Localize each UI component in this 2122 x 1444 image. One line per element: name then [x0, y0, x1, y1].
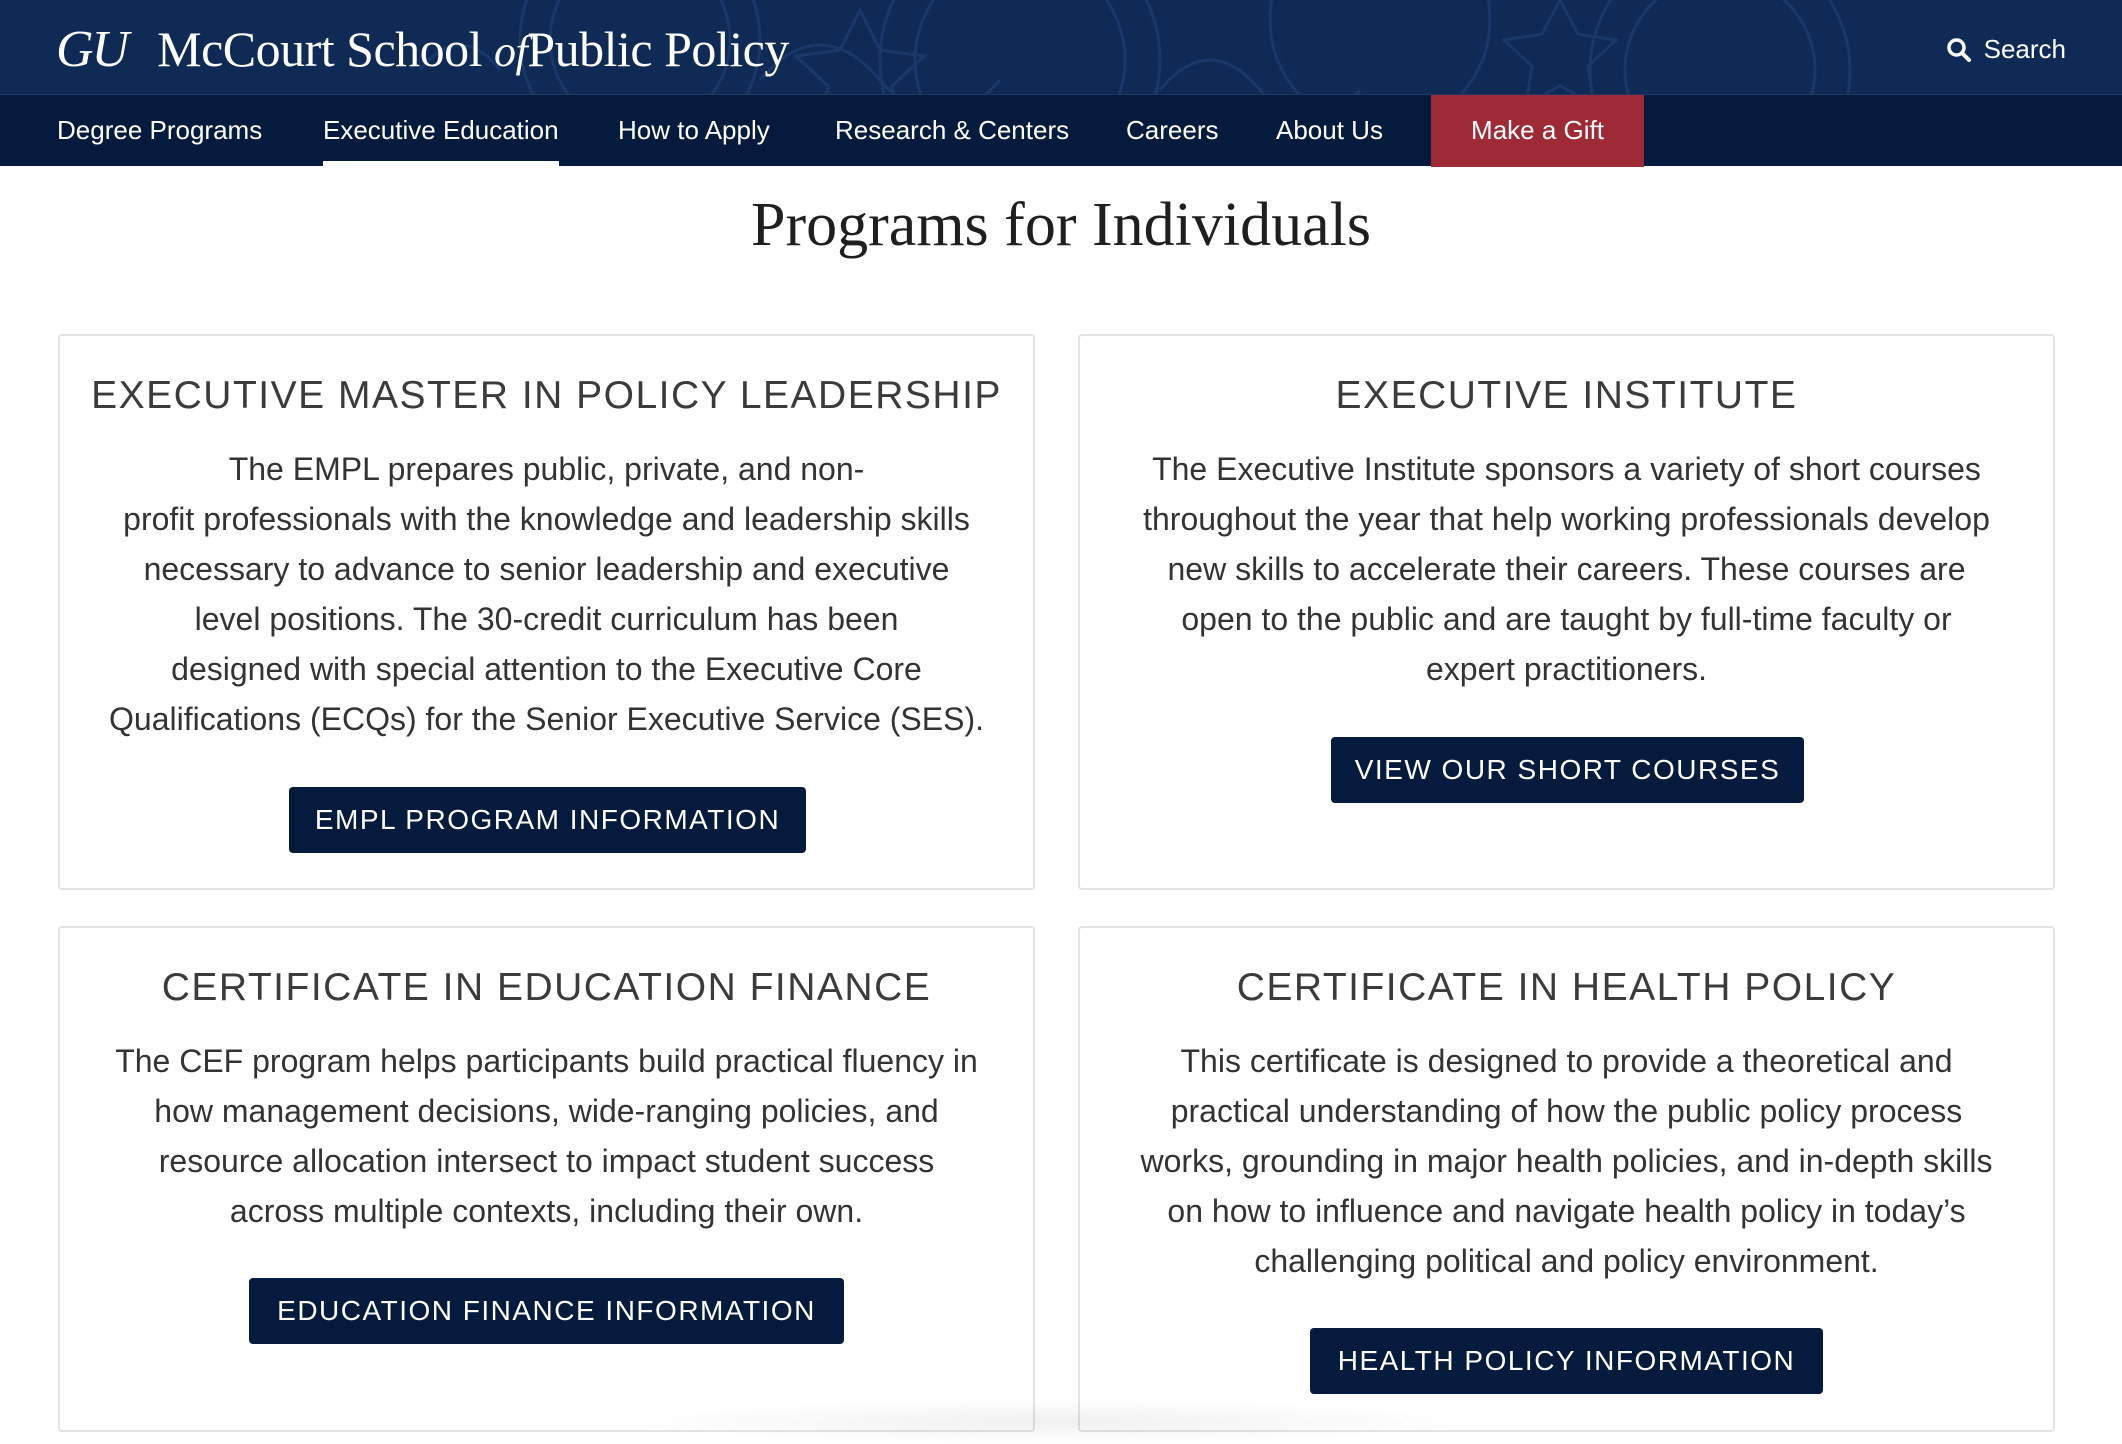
education-finance-information-button[interactable]: EDUCATION FINANCE INFORMATION [249, 1278, 844, 1344]
program-card-empl: EXECUTIVE MASTER IN POLICY LEADERSHIP Th… [58, 334, 1035, 890]
card-description: This certificate is designed to provide … [1110, 1036, 2023, 1286]
card-title: EXECUTIVE INSTITUTE [1335, 374, 1798, 417]
card-description: The EMPL prepares public, private, and n… [90, 444, 1003, 744]
nav-item-careers[interactable]: Careers [1126, 95, 1218, 167]
card-description-line: expert practitioners. [1425, 651, 1707, 687]
program-card-health-policy: CERTIFICATE IN HEALTH POLICY This certif… [1078, 926, 2055, 1432]
card-description-line: new skills to accelerate their careers. … [1167, 551, 1966, 587]
health-policy-information-button[interactable]: HEALTH POLICY INFORMATION [1310, 1328, 1823, 1394]
school-logo[interactable]: GU McCourt School ofPublic Policy [56, 14, 789, 84]
empl-program-information-button[interactable]: EMPL PROGRAM INFORMATION [289, 787, 806, 853]
school-name-part1: McCourt School [157, 21, 483, 77]
gu-logo-mark: GU [56, 20, 129, 78]
card-description-line: how management decisions, wide-ranging p… [154, 1093, 939, 1129]
school-name: McCourt School ofPublic Policy [157, 20, 789, 78]
school-name-part2: Public Policy [527, 21, 789, 77]
card-description-line: throughout the year that help working pr… [1143, 501, 1990, 537]
program-card-education-finance: CERTIFICATE IN EDUCATION FINANCE The CEF… [58, 926, 1035, 1432]
school-name-of: of [494, 27, 528, 76]
nav-item-executive-education[interactable]: Executive Education [323, 95, 559, 167]
card-description-line: challenging political and policy environ… [1254, 1243, 1879, 1279]
program-card-executive-institute: EXECUTIVE INSTITUTE The Executive Instit… [1078, 334, 2055, 890]
make-a-gift-button[interactable]: Make a Gift [1431, 95, 1644, 167]
nav-item-research-centers[interactable]: Research & Centers [835, 95, 1069, 167]
card-title: EXECUTIVE MASTER IN POLICY LEADERSHIP [91, 374, 1002, 417]
card-description-line: This certificate is designed to provide … [1180, 1043, 1953, 1079]
card-description-line: practical understanding of how the publi… [1170, 1093, 1963, 1129]
card-description-line: The CEF program helps participants build… [115, 1043, 978, 1079]
card-description-line: on how to influence and navigate health … [1167, 1193, 1966, 1229]
site-header: GU McCourt School ofPublic Policy Search [0, 0, 2122, 94]
search-icon [1946, 37, 1971, 62]
scroll-shadow-decoration [620, 1400, 1480, 1444]
card-description-line: open to the public and are taught by ful… [1181, 601, 1952, 637]
main-navigation: Degree Programs Executive Education How … [0, 94, 2122, 167]
card-description-line: across multiple contexts, including thei… [229, 1193, 864, 1229]
card-description-line: necessary to advance to senior leadershi… [143, 551, 950, 587]
page-title: Programs for Individuals [751, 191, 1371, 259]
card-description-line: designed with special attention to the E… [171, 651, 922, 687]
search-button[interactable]: Search [1946, 34, 2066, 65]
card-title: CERTIFICATE IN HEALTH POLICY [1236, 966, 1897, 1009]
card-description-line: level positions. The 30-credit curriculu… [194, 601, 899, 637]
card-description-line: The Executive Institute sponsors a varie… [1152, 451, 1981, 487]
nav-item-how-to-apply[interactable]: How to Apply [618, 95, 770, 167]
view-short-courses-button[interactable]: VIEW OUR SHORT COURSES [1331, 737, 1804, 803]
card-description-line: The EMPL prepares public, private, and n… [228, 451, 865, 487]
card-description-line: works, grounding in major health policie… [1140, 1143, 1993, 1179]
card-description-line: profit professionals with the knowledge … [123, 501, 970, 537]
card-description-line: Qualifications (ECQs) for the Senior Exe… [109, 701, 984, 737]
search-label: Search [1983, 34, 2066, 64]
card-title: CERTIFICATE IN EDUCATION FINANCE [161, 966, 932, 1009]
nav-item-degree-programs[interactable]: Degree Programs [57, 95, 262, 167]
card-description: The CEF program helps participants build… [90, 1036, 1003, 1236]
card-description-line: resource allocation intersect to impact … [158, 1143, 935, 1179]
card-description: The Executive Institute sponsors a varie… [1110, 444, 2023, 694]
nav-item-about-us[interactable]: About Us [1276, 95, 1383, 167]
